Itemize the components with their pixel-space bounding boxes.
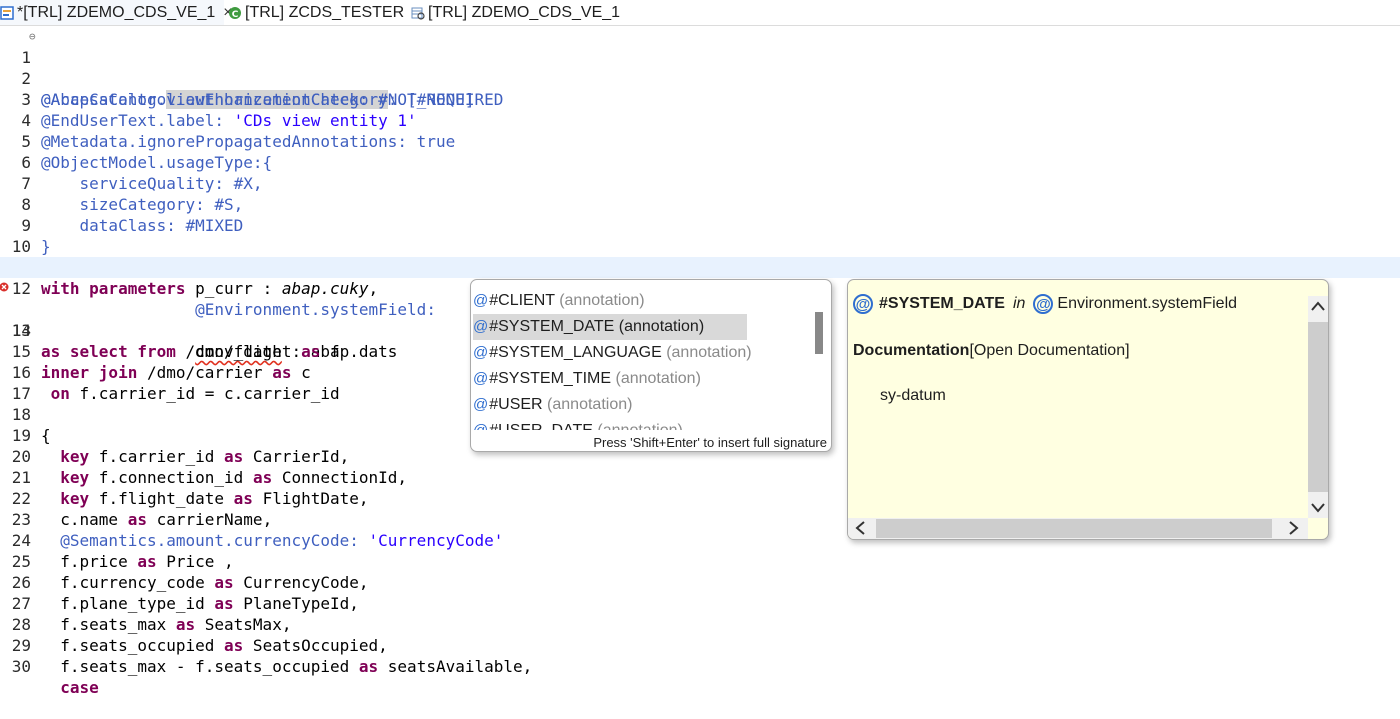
code-line: 9 }: [0, 194, 1400, 256]
code-line: 3 @EndUserText.label: 'CDs view entity 1…: [0, 68, 1400, 130]
doc-vertical-scrollbar[interactable]: [1308, 296, 1328, 518]
proposal-item[interactable]: @#CLIENT (annotation): [473, 288, 747, 314]
code-line: 5 @ObjectModel.usageType:{: [0, 110, 1400, 172]
class-icon: C: [228, 6, 242, 20]
scrollbar-thumb[interactable]: [1308, 322, 1328, 492]
doc-context: Environment.systemField: [1057, 295, 1238, 312]
tab-zdemo-cds-ve-1-preview[interactable]: [TRL] ZDEMO_CDS_VE_1: [411, 0, 620, 25]
doc-section-label: Documentation: [853, 342, 970, 359]
code-line: 10 define view entity ZDEMO_CDS_VE_1: [0, 215, 1400, 277]
code-line: 27 f.seats_max as SeatsMax,: [0, 572, 1400, 634]
proposal-item[interactable]: @#USER_DATE (annotation): [473, 418, 747, 430]
code-line: 6 serviceQuality: #X,: [0, 131, 1400, 193]
proposal-name: #SYSTEM_TIME: [489, 370, 612, 387]
proposal-list[interactable]: @#CLIENT (annotation) @#SYSTEM_DATE (ann…: [473, 288, 813, 430]
content-assist-popup[interactable]: @#CLIENT (annotation) @#SYSTEM_DATE (ann…: [470, 279, 832, 452]
tab-zcds-tester[interactable]: C [TRL] ZCDS_TESTER: [228, 0, 404, 25]
code-line: 8 dataClass: #MIXED: [0, 173, 1400, 235]
scroll-down-icon[interactable]: [1308, 498, 1328, 518]
data-preview-icon: [411, 6, 425, 20]
proposal-kind: (annotation): [597, 422, 682, 430]
proposal-item[interactable]: @#SYSTEM_LANGUAGE (annotation): [473, 340, 752, 366]
tab-zdemo-cds-ve-1[interactable]: *[TRL] ZDEMO_CDS_VE_1 ×: [0, 0, 233, 25]
proposal-name: #USER: [489, 396, 543, 413]
code-text: f.seats_max - f.seats_occupied as seatsA…: [41, 657, 533, 676]
code-line: 4 @Metadata.ignorePropagatedAnnotations:…: [0, 89, 1400, 151]
annotation-icon: @: [473, 344, 489, 361]
annotation-icon: @: [473, 396, 489, 413]
proposal-item[interactable]: @#SYSTEM_TIME (annotation): [473, 366, 747, 392]
proposal-scrollbar-thumb[interactable]: [815, 312, 823, 354]
code-line: 30 case: [0, 635, 1400, 697]
annotation-icon: @: [473, 422, 488, 430]
proposal-kind: (annotation): [615, 370, 701, 387]
doc-header: @ #SYSTEM_DATE in @ Environment.systemFi…: [853, 294, 1237, 314]
line-number: 30: [11, 657, 31, 676]
doc-title: #SYSTEM_DATE: [879, 295, 1005, 312]
annotation-icon: @: [473, 318, 489, 335]
error-marker-icon[interactable]: [0, 282, 9, 292]
proposal-name: #CLIENT: [489, 292, 555, 309]
annotation-icon: @: [473, 370, 489, 387]
code-line: 1 ⊖ @AbapCatalog.viewEnhancementCategory…: [0, 26, 1400, 109]
proposal-item-selected[interactable]: @#SYSTEM_DATE (annotation): [473, 314, 747, 340]
scroll-right-icon[interactable]: [1284, 518, 1304, 538]
scroll-left-icon[interactable]: [850, 518, 870, 538]
code-line: 29 f.seats_max - f.seats_occupied as sea…: [0, 614, 1400, 676]
code-line: 28 f.seats_occupied as SeatsOccupied,: [0, 593, 1400, 655]
tab-label: *[TRL] ZDEMO_CDS_VE_1: [17, 3, 216, 21]
scrollbar-thumb[interactable]: [876, 519, 1272, 538]
code-text: case: [60, 678, 99, 697]
proposal-kind: (annotation): [666, 344, 752, 361]
proposal-item[interactable]: @#USER (annotation): [473, 392, 747, 418]
proposal-name: #SYSTEM_DATE: [489, 318, 615, 335]
proposal-kind: (annotation): [559, 292, 645, 309]
code-line: 26 f.plane_type_id as PlaneTypeId,: [0, 551, 1400, 613]
doc-section: Documentation[Open Documentation]: [853, 342, 1130, 360]
code-line: 7 sizeCategory: #S,: [0, 152, 1400, 214]
annotation-icon: @: [1033, 294, 1054, 314]
code-line-current: 12 @Environment.systemField:: [0, 257, 1400, 319]
tab-label: [TRL] ZCDS_TESTER: [245, 3, 405, 21]
fold-toggle-icon[interactable]: ⊖: [29, 26, 36, 47]
editor-tab-bar: *[TRL] ZDEMO_CDS_VE_1 × C [TRL] ZCDS_TES…: [0, 0, 1400, 26]
annotation-icon: @: [853, 294, 873, 314]
proposal-name: #SYSTEM_LANGUAGE: [489, 344, 662, 361]
proposal-kind: (annotation): [547, 396, 633, 413]
svg-text:C: C: [232, 10, 239, 20]
open-documentation-link[interactable]: [Open Documentation]: [969, 342, 1129, 359]
scroll-up-icon[interactable]: [1308, 296, 1328, 316]
code-line: 11 with parameters p_curr : abap.cuky,: [0, 236, 1400, 298]
insert-signature-hint: Press 'Shift+Enter' to insert full signa…: [593, 435, 827, 450]
annotation-icon: @: [473, 292, 489, 309]
ddl-source-icon: [0, 5, 14, 20]
doc-in-word: in: [1012, 295, 1026, 312]
code-line: 2 @AccessControl.authorizationCheck: #NO…: [0, 47, 1400, 109]
proposal-kind: (annotation): [618, 318, 705, 335]
proposal-name: #USER_DATE: [489, 422, 593, 430]
doc-horizontal-scrollbar[interactable]: [848, 518, 1308, 539]
doc-body: sy-datum: [880, 387, 946, 404]
documentation-popup[interactable]: @ #SYSTEM_DATE in @ Environment.systemFi…: [847, 279, 1329, 540]
tab-label: [TRL] ZDEMO_CDS_VE_1: [428, 3, 621, 21]
